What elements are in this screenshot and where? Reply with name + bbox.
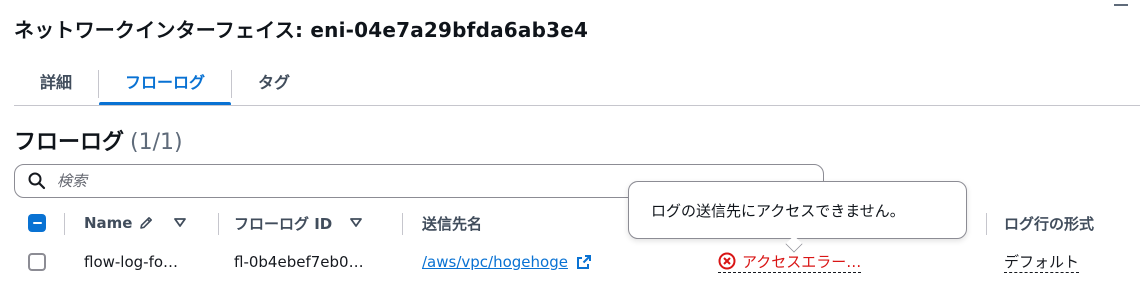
search-icon <box>28 172 46 190</box>
column-header-destination[interactable]: 送信先名 <box>422 204 482 242</box>
column-divider <box>986 213 987 235</box>
pencil-icon <box>140 217 153 229</box>
column-header-name[interactable]: Name <box>84 204 187 242</box>
table-header-row: Name フローログ ID 送信先名 ログ行の形式 <box>14 204 1140 242</box>
destination-link[interactable]: /aws/vpc/hogehoge <box>422 253 568 271</box>
tab-details[interactable]: 詳細 <box>14 66 98 106</box>
cell-log-line-format: デフォルト <box>1004 242 1080 282</box>
section-title: フローログ (1/1) <box>14 124 183 156</box>
sort-icon[interactable] <box>174 218 187 228</box>
log-line-format-value[interactable]: デフォルト <box>1004 251 1080 273</box>
flow-log-table: Name フローログ ID 送信先名 ログ行の形式 flow-log-fo… f… <box>14 204 1140 282</box>
table-row[interactable]: flow-log-fo… fl-0b4ebef7eb0… /aws/vpc/ho… <box>14 242 1140 282</box>
select-all-checkbox[interactable] <box>28 214 46 232</box>
column-divider <box>402 213 403 235</box>
tab-tags[interactable]: タグ <box>232 66 316 106</box>
menu-icon[interactable] <box>1114 4 1128 6</box>
cell-flow-log-id: fl-0b4ebef7eb0… <box>234 253 364 271</box>
column-divider <box>218 213 219 235</box>
tab-bar-divider <box>14 105 1140 106</box>
row-checkbox[interactable] <box>28 253 46 271</box>
column-header-flow-log-id[interactable]: フローログ ID <box>234 204 363 242</box>
cell-name: flow-log-fo… <box>84 253 179 271</box>
page-title: ネットワークインターフェイス: eni-04e7a29bfda6ab3e4 <box>14 18 589 42</box>
status-error-text: アクセスエラー… <box>742 252 862 271</box>
column-divider <box>64 213 65 235</box>
status-error[interactable]: アクセスエラー… <box>718 251 862 273</box>
tab-bar: 詳細 フローログ タグ <box>14 66 316 106</box>
column-header-flow-log-id-label: フローログ ID <box>234 214 333 233</box>
row-select-cell <box>28 242 46 282</box>
tooltip-text: ログの送信先にアクセスできません。 <box>651 201 905 220</box>
select-all-cell <box>28 204 46 242</box>
column-header-log-line-format[interactable]: ログ行の形式 <box>1004 204 1094 242</box>
section-count: (1/1) <box>130 130 183 155</box>
external-link-icon[interactable] <box>576 254 592 270</box>
sort-icon[interactable] <box>350 218 363 228</box>
column-header-name-label: Name <box>84 214 133 232</box>
tab-flow-logs[interactable]: フローログ <box>99 66 232 106</box>
error-tooltip: ログの送信先にアクセスできません。 <box>628 181 967 239</box>
error-circle-icon <box>718 252 736 270</box>
section-title-text: フローログ <box>14 130 125 155</box>
cell-destination: /aws/vpc/hogehoge <box>422 242 592 282</box>
